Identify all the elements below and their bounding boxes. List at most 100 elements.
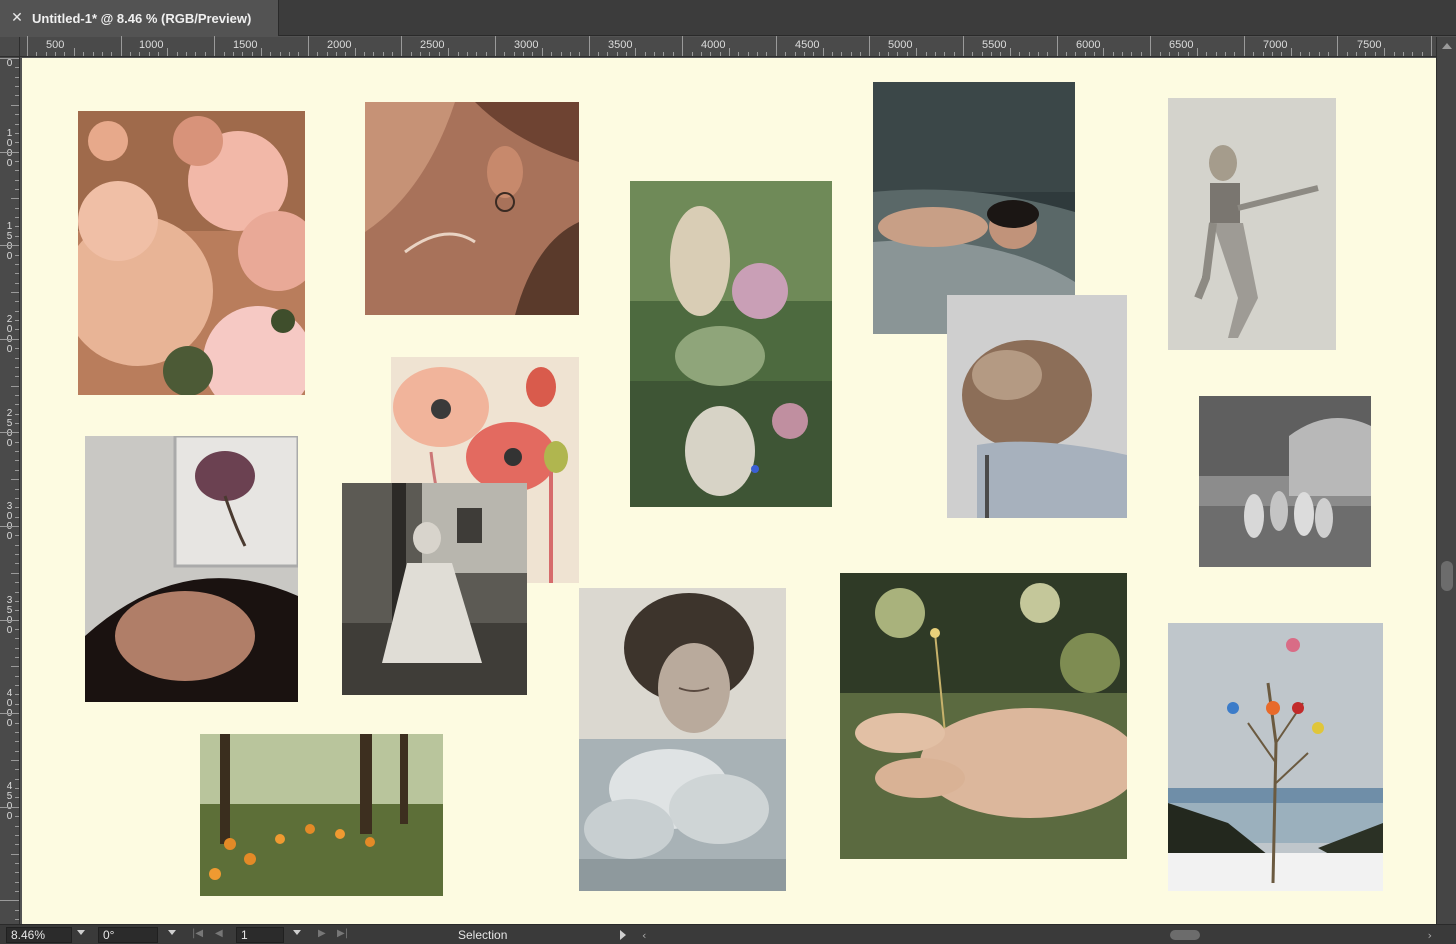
ruler-tick	[15, 282, 19, 284]
vertical-scrollbar[interactable]	[1436, 37, 1456, 924]
ruler-tick	[1131, 52, 1133, 56]
ruler-tick	[682, 36, 684, 56]
running-girls-flowers-photo[interactable]	[630, 181, 832, 507]
ruler-tick	[738, 52, 740, 56]
ruler-tick	[523, 52, 525, 56]
ruler-tick	[1094, 52, 1096, 56]
ruler-tick	[15, 217, 19, 219]
ruler-tick	[1075, 52, 1077, 56]
ruler-tick	[270, 52, 272, 56]
ruler-tick	[822, 48, 824, 56]
ruler-origin[interactable]	[0, 37, 20, 57]
next-page-icon[interactable]: ▶	[318, 928, 326, 939]
ruler-tick	[15, 348, 19, 350]
horizontal-ruler[interactable]: 500 1000 1500 2000 2500 3000 3500 4000 4…	[20, 36, 1442, 57]
rotation-dropdown-icon[interactable]	[168, 930, 176, 935]
horizontal-scrollbar[interactable]: ‹ ›	[640, 927, 1436, 943]
ruler-tick	[242, 52, 244, 56]
ruler-tick	[204, 52, 206, 56]
ruler-tick	[0, 58, 19, 59]
scroll-right-icon[interactable]: ›	[1428, 929, 1432, 942]
ruler-tick	[15, 170, 19, 172]
page-dropdown-icon[interactable]	[293, 930, 301, 935]
ruler-tick	[663, 52, 665, 56]
ruler-label: 1500	[233, 39, 258, 51]
ruler-tick	[11, 572, 19, 574]
ruler-tick	[11, 760, 19, 761]
ruler-tick	[1187, 52, 1189, 56]
status-menu-icon[interactable]	[620, 930, 626, 940]
ruler-tick	[15, 95, 19, 97]
ruler-tick	[420, 52, 422, 56]
back-flower-art-photo[interactable]	[85, 436, 298, 702]
ruler-tick	[15, 750, 19, 752]
hand-holding-flower-photo[interactable]	[840, 573, 1127, 859]
ruler-tick	[944, 52, 946, 56]
ruler-tick	[15, 413, 19, 415]
artboard-canvas[interactable]	[22, 58, 1436, 924]
dancing-woman-photo[interactable]	[1168, 98, 1336, 350]
ruler-tick	[532, 52, 534, 56]
ruler-tick	[15, 179, 19, 181]
zoom-value: 8.46%	[11, 928, 46, 942]
woman-face-portrait-photo[interactable]	[579, 588, 786, 740]
ruler-tick	[654, 52, 656, 56]
ruler-tick	[0, 245, 19, 247]
ruler-tick	[11, 853, 19, 855]
ruler-tick	[1374, 52, 1376, 56]
ruler-tick	[15, 123, 19, 125]
ruler-tick	[15, 844, 19, 846]
page-field[interactable]: 1	[236, 927, 284, 943]
ruler-tick	[1159, 52, 1161, 56]
last-page-icon[interactable]: ▶|	[337, 928, 348, 939]
ruler-tick	[579, 52, 581, 56]
document-tab[interactable]: ✕ Untitled-1* @ 8.46 % (RGB/Preview)	[0, 0, 279, 36]
ruler-tick	[1009, 48, 1011, 56]
page-value: 1	[241, 928, 248, 942]
ruler-tick	[326, 52, 328, 56]
vertical-scroll-thumb[interactable]	[1441, 561, 1453, 591]
document-tab-bar: ✕ Untitled-1* @ 8.46 % (RGB/Preview)	[0, 0, 1456, 36]
ruler-tick	[345, 52, 347, 56]
ruler-tick	[15, 67, 19, 69]
clouds-photo[interactable]	[579, 739, 786, 891]
ruler-tick	[382, 52, 384, 56]
woman-forest-dress-photo[interactable]	[342, 483, 527, 695]
close-icon[interactable]: ✕	[10, 11, 24, 25]
neck-earring-photo[interactable]	[365, 102, 579, 315]
zoom-field[interactable]: 8.46%	[6, 927, 72, 943]
ruler-tick	[551, 52, 553, 56]
ruler-tick	[1206, 52, 1208, 56]
circle-dance-photo[interactable]	[1199, 396, 1371, 567]
ruler-tick	[1037, 52, 1039, 56]
ruler-tick	[897, 52, 899, 56]
ruler-tick	[11, 198, 19, 200]
ruler-tick	[700, 52, 702, 56]
ruler-tick	[785, 52, 787, 56]
scroll-left-icon[interactable]: ‹	[642, 929, 646, 942]
ruler-tick	[1150, 36, 1152, 56]
ruler-tick	[15, 320, 19, 322]
vertical-ruler[interactable]: 0 1000 1500 2000 2500 3000 3500 4000 450…	[0, 57, 20, 924]
ruler-tick	[476, 52, 478, 56]
flower-branch-snow-photo[interactable]	[1168, 623, 1383, 891]
previous-page-icon[interactable]: ◀	[215, 928, 223, 939]
ruler-tick	[15, 160, 19, 162]
ruler-tick	[925, 52, 927, 56]
ruler-tick	[15, 694, 19, 696]
ruler-tick	[15, 516, 19, 518]
scroll-up-icon[interactable]	[1442, 43, 1452, 49]
ruler-tick	[981, 52, 983, 56]
rotation-field[interactable]: 0°	[98, 927, 158, 943]
ruler-tick	[934, 52, 936, 56]
pink-flowers-photo[interactable]	[78, 111, 305, 395]
orange-poppies-forest-photo[interactable]	[200, 734, 443, 896]
hair-on-chair-photo[interactable]	[947, 295, 1127, 518]
ruler-tick	[616, 52, 618, 56]
first-page-icon[interactable]: |◀	[192, 928, 203, 939]
ruler-tick	[1299, 52, 1301, 56]
ruler-tick	[972, 52, 974, 56]
zoom-dropdown-icon[interactable]	[77, 930, 85, 935]
horizontal-scroll-thumb[interactable]	[1170, 930, 1200, 940]
ruler-tick	[710, 52, 712, 56]
